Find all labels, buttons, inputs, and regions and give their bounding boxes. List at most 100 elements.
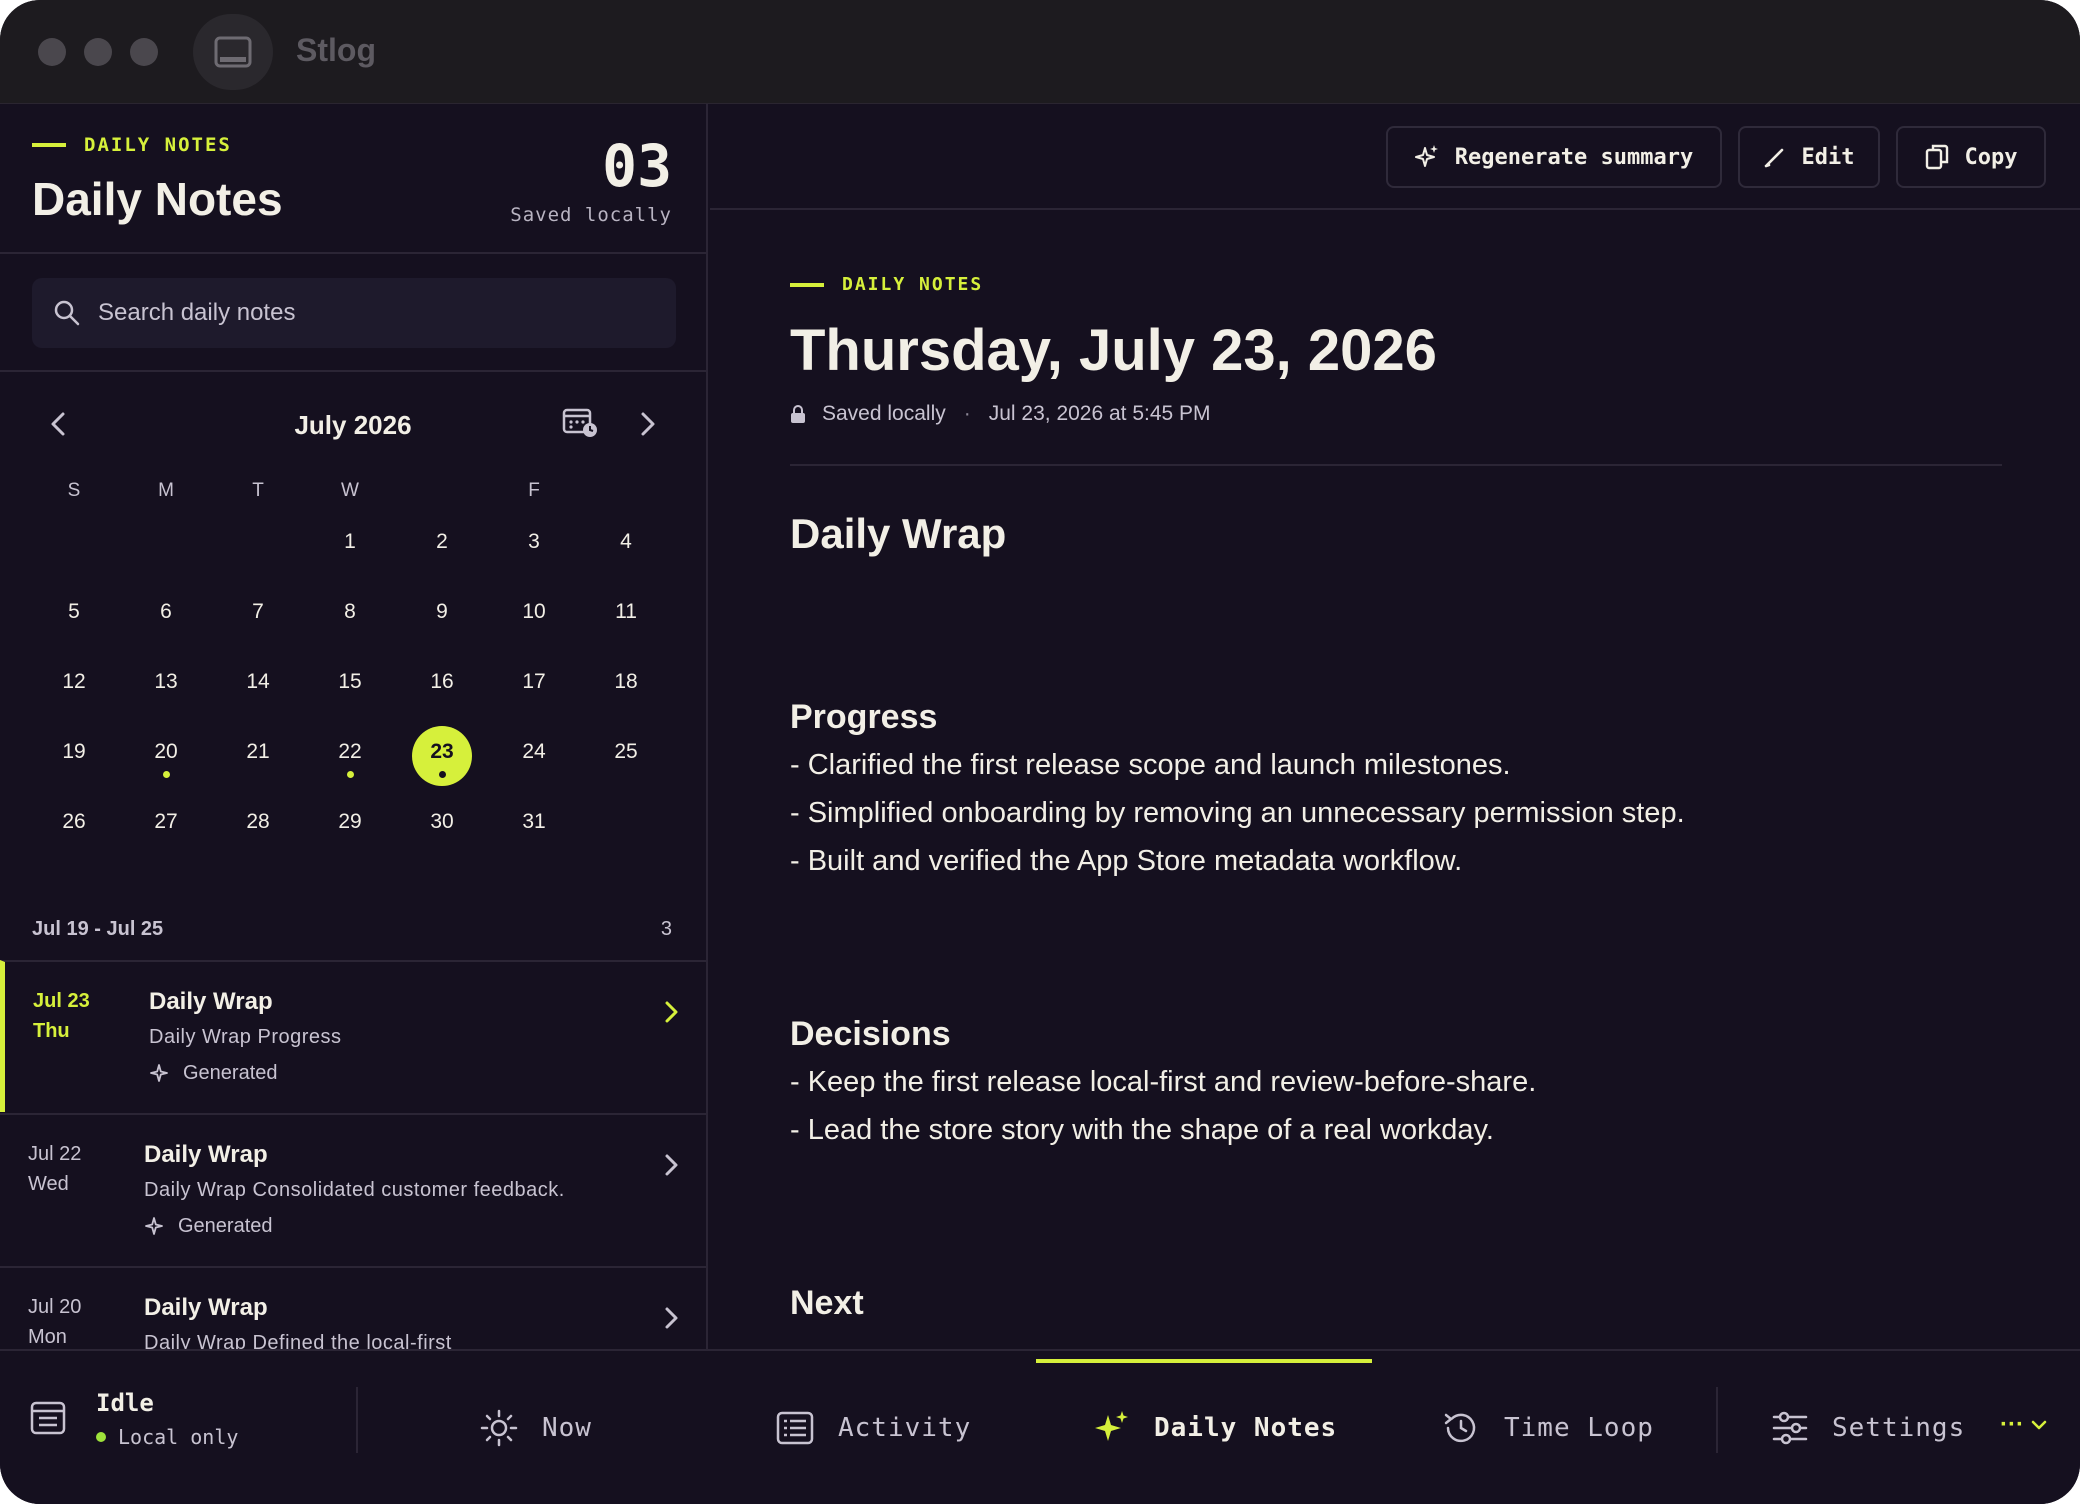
calendar-day[interactable]: 22 bbox=[320, 726, 380, 786]
next-month-button[interactable] bbox=[628, 404, 668, 444]
search-box[interactable] bbox=[32, 278, 676, 348]
progress-line: - Built and verified the App Store metad… bbox=[790, 845, 1463, 877]
calendar-day[interactable]: 17 bbox=[504, 656, 564, 716]
calendar-today-button[interactable] bbox=[562, 406, 598, 443]
edit-label: Edit bbox=[1801, 144, 1855, 170]
zoom-window-button[interactable] bbox=[130, 38, 158, 66]
calendar-day[interactable]: 16 bbox=[412, 656, 472, 716]
edit-button[interactable]: Edit bbox=[1738, 126, 1880, 188]
note-date-weekday: Thu bbox=[33, 1020, 70, 1042]
calendar-day[interactable]: 13 bbox=[136, 656, 196, 716]
tab-time-loop[interactable]: Time Loop bbox=[1440, 1351, 1654, 1504]
document-timestamp: Jul 23, 2026 at 5:45 PM bbox=[988, 402, 1211, 425]
chevron-right-icon bbox=[665, 1001, 678, 1023]
tab-daily-notes[interactable]: Daily Notes bbox=[1092, 1351, 1337, 1504]
note-title: Daily Wrap bbox=[144, 1141, 268, 1168]
section-heading-progress: Progress bbox=[790, 698, 938, 736]
calendar-day[interactable]: 10 bbox=[504, 586, 564, 646]
minimize-window-button[interactable] bbox=[84, 38, 112, 66]
calendar-day[interactable]: 28 bbox=[228, 796, 288, 856]
tabbar-divider bbox=[1716, 1387, 1718, 1453]
document-eyebrow: DAILY NOTES bbox=[790, 274, 2002, 295]
calendar-day[interactable]: 29 bbox=[320, 796, 380, 856]
tab-activity[interactable]: Activity bbox=[776, 1351, 971, 1504]
calendar-day[interactable]: 21 bbox=[228, 726, 288, 786]
regenerate-summary-button[interactable]: Regenerate summary bbox=[1386, 126, 1722, 188]
tab-settings[interactable]: Settings bbox=[1772, 1351, 1965, 1504]
calendar-day-number: 22 bbox=[338, 740, 362, 763]
calendar-day[interactable]: 8 bbox=[320, 586, 380, 646]
tab-now[interactable]: Now bbox=[480, 1351, 592, 1504]
close-window-button[interactable] bbox=[38, 38, 66, 66]
notes-count: 03 bbox=[602, 132, 672, 200]
calendar-day[interactable]: 31 bbox=[504, 796, 564, 856]
calendar-day-number: 29 bbox=[338, 810, 362, 833]
calendar-day[interactable]: 3 bbox=[504, 516, 564, 576]
meta-separator: · bbox=[963, 402, 971, 425]
status-subtitle-label: Local only bbox=[118, 1425, 239, 1449]
bottom-tab-bar: Idle Local only Now Activity Daily Notes… bbox=[0, 1349, 2080, 1504]
calendar-day-number: 18 bbox=[614, 670, 638, 693]
sparkle-icon bbox=[150, 1063, 168, 1082]
calendar-day[interactable]: 19 bbox=[44, 726, 104, 786]
calendar-day-number: 14 bbox=[246, 670, 270, 693]
calendar-day[interactable]: 24 bbox=[504, 726, 564, 786]
note-list-item[interactable]: Jul 23 Thu Daily Wrap Daily Wrap Progres… bbox=[0, 960, 706, 1112]
calendar-day-selected[interactable]: 23 bbox=[412, 726, 472, 786]
tabbar-divider bbox=[356, 1387, 358, 1453]
tab-daily-notes-label: Daily Notes bbox=[1154, 1412, 1338, 1443]
calendar-day[interactable]: 20 bbox=[136, 726, 196, 786]
list-icon bbox=[776, 1411, 814, 1444]
note-date-day: Jul 23 bbox=[33, 990, 90, 1012]
calendar-day[interactable]: 2 bbox=[412, 516, 472, 576]
calendar-day[interactable]: 25 bbox=[596, 726, 656, 786]
calendar-day[interactable]: 27 bbox=[136, 796, 196, 856]
sidebar-divider bbox=[0, 370, 706, 372]
note-status-icon bbox=[30, 1401, 66, 1435]
more-menu-button[interactable]: ··· bbox=[2000, 1411, 2048, 1439]
calendar-day[interactable]: 11 bbox=[596, 586, 656, 646]
section-heading-next: Next bbox=[790, 1284, 864, 1322]
calendar-day-number: 30 bbox=[430, 810, 454, 833]
copy-icon bbox=[1925, 144, 1948, 170]
calendar-day-number: 21 bbox=[246, 740, 270, 763]
weekday-header: F bbox=[528, 480, 540, 501]
copy-button[interactable]: Copy bbox=[1896, 126, 2046, 188]
calendar-day-number: 11 bbox=[615, 600, 637, 623]
app-window: Stlog DAILY NOTES Daily Notes 03 Saved l… bbox=[0, 0, 2080, 1504]
calendar-day[interactable]: 1 bbox=[320, 516, 380, 576]
calendar-day-number: 5 bbox=[68, 600, 80, 623]
weekday-header: S bbox=[67, 480, 81, 501]
search-input[interactable] bbox=[98, 299, 658, 327]
calendar-day-number: 6 bbox=[160, 600, 172, 623]
note-indicator-dot bbox=[347, 771, 354, 778]
calendar-day[interactable]: 14 bbox=[228, 656, 288, 716]
calendar-day[interactable]: 4 bbox=[596, 516, 656, 576]
tab-activity-label: Activity bbox=[838, 1412, 972, 1443]
calendar-day-number: 8 bbox=[344, 600, 356, 623]
search-icon bbox=[54, 300, 80, 326]
calendar-day[interactable]: 26 bbox=[44, 796, 104, 856]
calendar-day[interactable]: 12 bbox=[44, 656, 104, 716]
chevron-right-icon bbox=[641, 412, 655, 436]
note-list-item[interactable]: Jul 22 Wed Daily Wrap Daily Wrap Consoli… bbox=[0, 1113, 706, 1265]
calendar-day[interactable]: 18 bbox=[596, 656, 656, 716]
sidebar-toggle-button[interactable] bbox=[193, 14, 273, 90]
note-status-label: Generated bbox=[178, 1215, 273, 1237]
weekday-header: W bbox=[341, 480, 359, 501]
document-title: Thursday, July 23, 2026 bbox=[790, 318, 1437, 383]
app-title: Stlog bbox=[296, 32, 376, 68]
calendar-day[interactable]: 30 bbox=[412, 796, 472, 856]
regenerate-summary-label: Regenerate summary bbox=[1454, 144, 1694, 170]
note-list-item[interactable]: Jul 20 Mon Daily Wrap Daily Wrap Defined… bbox=[0, 1266, 706, 1349]
calendar-day[interactable]: 6 bbox=[136, 586, 196, 646]
note-date-day: Jul 20 bbox=[28, 1296, 82, 1318]
calendar-day[interactable]: 7 bbox=[228, 586, 288, 646]
calendar-day-number: 17 bbox=[522, 670, 546, 693]
calendar-day[interactable]: 15 bbox=[320, 656, 380, 716]
calendar-day[interactable]: 5 bbox=[44, 586, 104, 646]
sparkle-icon bbox=[1095, 1410, 1128, 1441]
calendar-day[interactable]: 9 bbox=[412, 586, 472, 646]
progress-line: - Clarified the first release scope and … bbox=[790, 749, 1511, 781]
calendar-day-number: 27 bbox=[154, 810, 178, 833]
